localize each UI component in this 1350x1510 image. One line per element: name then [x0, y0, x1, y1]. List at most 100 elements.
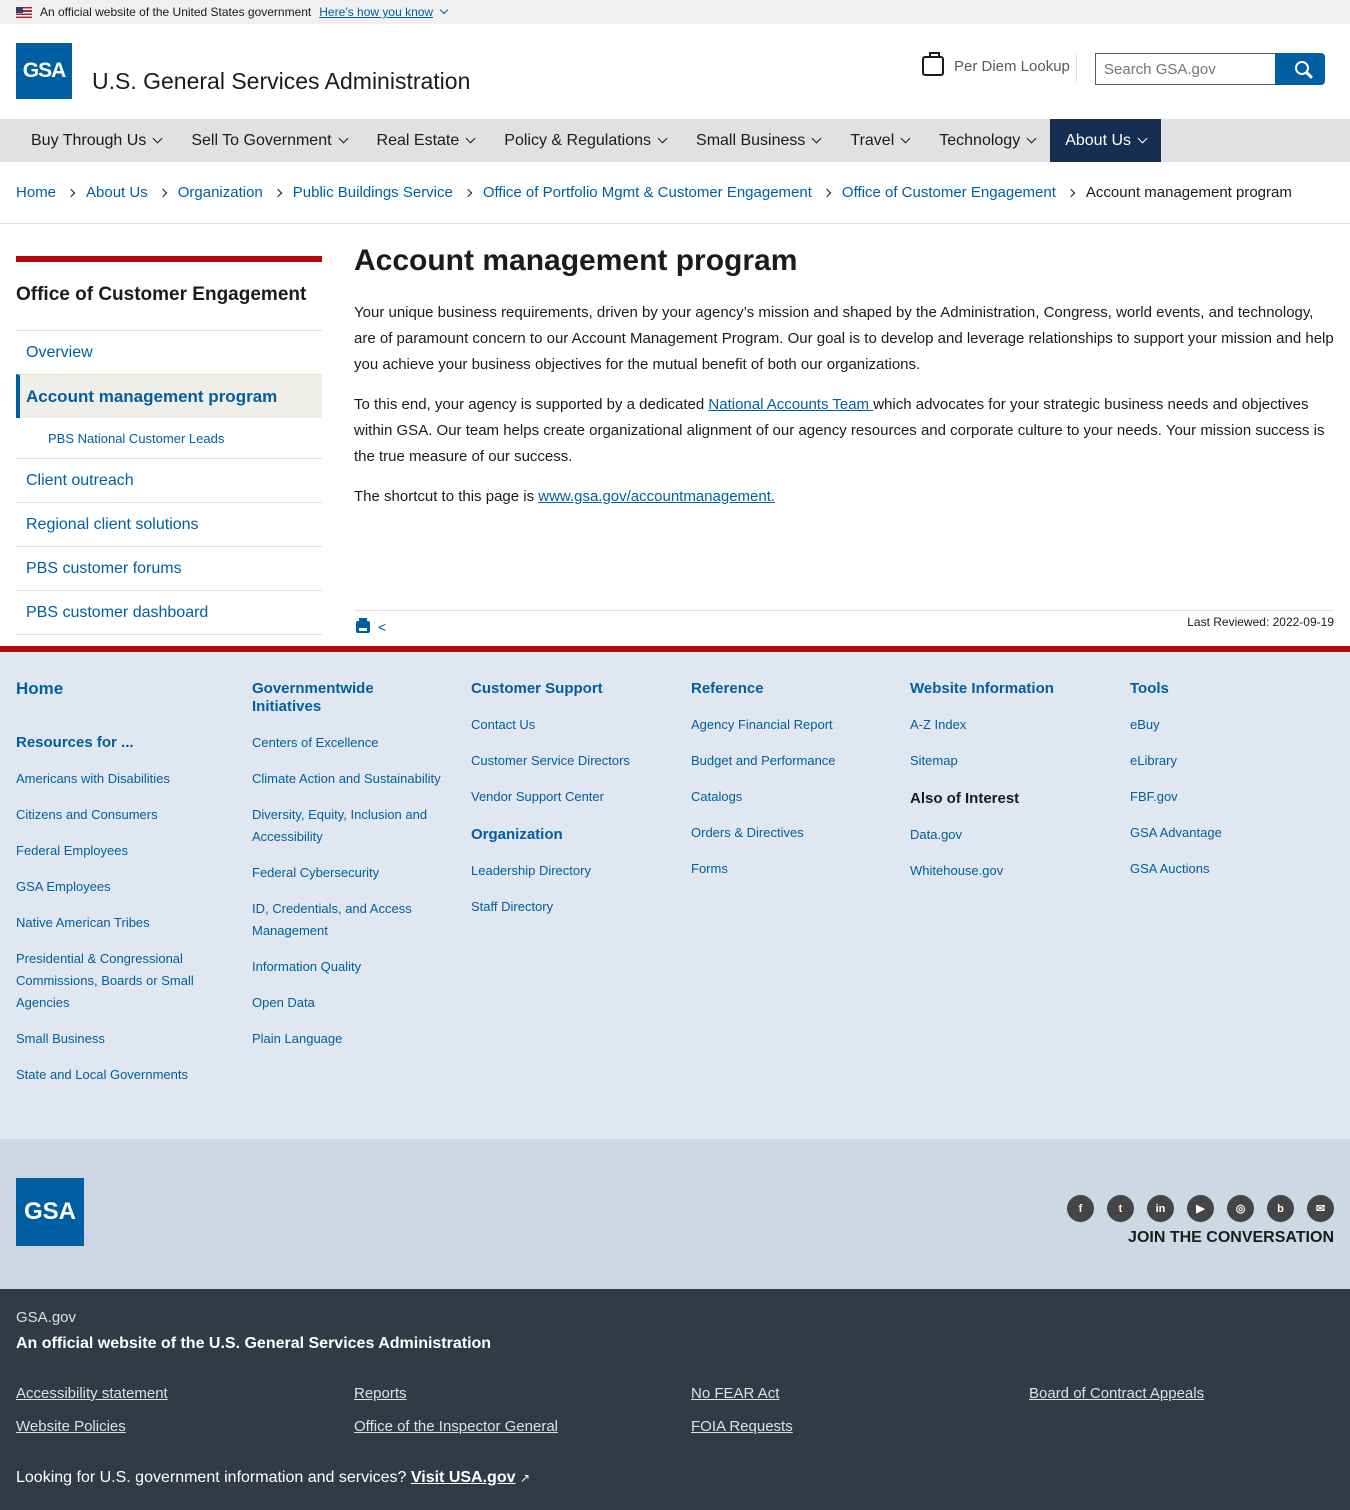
- national-accounts-team-link[interactable]: National Accounts Team: [708, 396, 873, 413]
- footer-link-budget-and-performance[interactable]: Budget and Performance: [691, 750, 881, 772]
- side-item-account-management[interactable]: Account management program: [16, 374, 322, 418]
- linkedin-icon[interactable]: in: [1147, 1195, 1174, 1222]
- footer-link-centers-of-excellence[interactable]: Centers of Excellence: [252, 732, 442, 754]
- chevron-down-icon[interactable]: [439, 5, 449, 15]
- footer-link-id-credentials-and-access-management[interactable]: ID, Credentials, and Access Management: [252, 898, 442, 942]
- breadcrumb-office-of-portfolio-mgmt-customer-engagement[interactable]: Office of Portfolio Mgmt & Customer Enga…: [483, 184, 812, 201]
- breadcrumb: Home About Us Organization Public Buildings…: [0, 162, 1350, 224]
- chevron-down-icon: [900, 133, 911, 144]
- nav-item-technology[interactable]: Technology: [924, 119, 1050, 162]
- footer-link-diversity-equity-inclusion-and-accessibility[interactable]: Diversity, Equity, Inclusion and Accessi…: [252, 804, 442, 848]
- nav-item-real-estate[interactable]: Real Estate: [362, 119, 490, 162]
- footer-link-sitemap[interactable]: Sitemap: [910, 750, 1100, 772]
- suitcase-icon: [922, 52, 944, 76]
- reference-heading: Reference: [691, 680, 764, 697]
- footer-link-small-business[interactable]: Small Business: [16, 1028, 226, 1050]
- nav-item-policy-regulations[interactable]: Policy & Regulations: [489, 119, 681, 162]
- site-title[interactable]: U.S. General Services Administration: [92, 68, 470, 95]
- footer-link-americans-with-disabilities[interactable]: Americans with Disabilities: [16, 768, 226, 790]
- breadcrumb-about-us[interactable]: About Us: [86, 184, 148, 201]
- footer-link-contact-us[interactable]: Contact Us: [471, 714, 661, 736]
- chevron-down-icon: [465, 133, 476, 144]
- no-fear-act-link[interactable]: No FEAR Act: [691, 1385, 779, 1402]
- footer-link-agency-financial-report[interactable]: Agency Financial Report: [691, 714, 881, 736]
- per-diem-lookup-link[interactable]: Per Diem Lookup: [922, 52, 1070, 76]
- gsa-logo[interactable]: GSA: [16, 43, 72, 99]
- side-item-pbs-customer-dashboard[interactable]: PBS customer dashboard: [16, 590, 322, 634]
- instagram-icon[interactable]: ◎: [1227, 1195, 1254, 1222]
- side-item-overview[interactable]: Overview: [16, 330, 322, 374]
- board-of-contract-appeals-link[interactable]: Board of Contract Appeals: [1029, 1385, 1204, 1402]
- nav-item-sell-to-government[interactable]: Sell To Government: [176, 119, 361, 162]
- search-button[interactable]: [1275, 53, 1325, 85]
- foia-requests-link[interactable]: FOIA Requests: [691, 1418, 793, 1435]
- footer-link-presidential-congressional-commissions-boards-or-small-agencies[interactable]: Presidential & Congressional Commissions…: [16, 948, 226, 1014]
- website-policies-link[interactable]: Website Policies: [16, 1418, 126, 1435]
- footer-link-customer-service-directors[interactable]: Customer Service Directors: [471, 750, 661, 772]
- footer-link-gsa-auctions[interactable]: GSA Auctions: [1130, 858, 1320, 880]
- share-icon[interactable]: <: [378, 619, 386, 635]
- footer-link-staff-directory[interactable]: Staff Directory: [471, 896, 661, 918]
- side-item-pbs-national-customer-leads[interactable]: PBS National Customer Leads: [16, 418, 322, 458]
- footer-link-state-and-local-governments[interactable]: State and Local Governments: [16, 1064, 226, 1086]
- footer-link-native-american-tribes[interactable]: Native American Tribes: [16, 912, 226, 934]
- footer-link-orders-directives[interactable]: Orders & Directives: [691, 822, 881, 844]
- nav-item-about-us[interactable]: About Us: [1050, 119, 1162, 162]
- side-item-pbs-customer-forums[interactable]: PBS customer forums: [16, 546, 322, 590]
- youtube-icon[interactable]: ▶: [1187, 1195, 1214, 1222]
- footer-link-gsa-advantage[interactable]: GSA Advantage: [1130, 822, 1320, 844]
- reports-link[interactable]: Reports: [354, 1385, 407, 1402]
- inspector-general-link[interactable]: Office of the Inspector General: [354, 1418, 558, 1435]
- side-item-regional-client-solutions[interactable]: Regional client solutions: [16, 502, 322, 546]
- shortcut-link[interactable]: www.gsa.gov/accountmanagement.: [538, 488, 775, 505]
- footer-link-ebuy[interactable]: eBuy: [1130, 714, 1320, 736]
- nav-item-label: Travel: [850, 131, 895, 149]
- footer-link-leadership-directory[interactable]: Leadership Directory: [471, 860, 661, 882]
- footer-link-citizens-and-consumers[interactable]: Citizens and Consumers: [16, 804, 226, 826]
- breadcrumb-public-buildings-service[interactable]: Public Buildings Service: [293, 184, 453, 201]
- nav-item-small-business[interactable]: Small Business: [681, 119, 835, 162]
- side-item-client-outreach[interactable]: Client outreach: [16, 458, 322, 502]
- footer-link-vendor-support-center[interactable]: Vendor Support Center: [471, 786, 661, 808]
- footer-link-plain-language[interactable]: Plain Language: [252, 1028, 442, 1050]
- chevron-down-icon: [657, 133, 668, 144]
- footer-link-gsa-employees[interactable]: GSA Employees: [16, 876, 226, 898]
- nav-item-buy-through-us[interactable]: Buy Through Us: [16, 119, 176, 162]
- breadcrumb-organization[interactable]: Organization: [178, 184, 263, 201]
- print-icon[interactable]: [356, 618, 370, 633]
- footer-link-fbf-gov[interactable]: FBF.gov: [1130, 786, 1320, 808]
- footer-link-climate-action-and-sustainability[interactable]: Climate Action and Sustainability: [252, 768, 442, 790]
- breadcrumb-office-of-customer-engagement[interactable]: Office of Customer Engagement: [842, 184, 1056, 201]
- footer-link-data-gov[interactable]: Data.gov: [910, 824, 1100, 846]
- footer-link-catalogs[interactable]: Catalogs: [691, 786, 881, 808]
- email-icon[interactable]: ✉: [1307, 1195, 1334, 1222]
- footer-link-forms[interactable]: Forms: [691, 858, 881, 880]
- facebook-icon[interactable]: f: [1067, 1195, 1094, 1222]
- footer-link-a-z-index[interactable]: A-Z Index: [910, 714, 1100, 736]
- identifier: GSA.gov An official website of the U.S. …: [0, 1289, 1350, 1510]
- footer-home-link[interactable]: Home: [16, 680, 226, 698]
- breadcrumb-home[interactable]: Home: [16, 184, 56, 201]
- gsa-footer-logo[interactable]: GSA: [16, 1178, 84, 1246]
- footer-link-federal-employees[interactable]: Federal Employees: [16, 840, 226, 862]
- divider: [16, 634, 322, 635]
- footer-link-federal-cybersecurity[interactable]: Federal Cybersecurity: [252, 862, 442, 884]
- visit-usa-gov-link[interactable]: Visit USA.gov: [411, 1469, 516, 1486]
- footer-col-reference: Reference Agency Financial Report Budget …: [691, 680, 881, 894]
- footer-link-information-quality[interactable]: Information Quality: [252, 956, 442, 978]
- blog-icon[interactable]: b: [1267, 1195, 1294, 1222]
- search-input[interactable]: [1095, 53, 1275, 85]
- accessibility-statement-link[interactable]: Accessibility statement: [16, 1385, 168, 1402]
- text: The shortcut to this page is: [354, 488, 539, 505]
- chevron-down-icon: [1137, 133, 1148, 144]
- governmentwide-heading: Governmentwide Initiatives: [252, 680, 374, 715]
- footer-link-whitehouse-gov[interactable]: Whitehouse.gov: [910, 860, 1100, 882]
- main-article: Account management program Your unique b…: [354, 244, 1334, 524]
- nav-item-travel[interactable]: Travel: [835, 119, 924, 162]
- footer-link-open-data[interactable]: Open Data: [252, 992, 442, 1014]
- how-you-know-link[interactable]: Here’s how you know: [319, 5, 433, 19]
- chevron-down-icon: [338, 133, 348, 144]
- footer-link-elibrary[interactable]: eLibrary: [1130, 750, 1320, 772]
- join-conversation-label: JOIN THE CONVERSATION: [1128, 1229, 1334, 1246]
- twitter-icon[interactable]: t: [1107, 1195, 1134, 1222]
